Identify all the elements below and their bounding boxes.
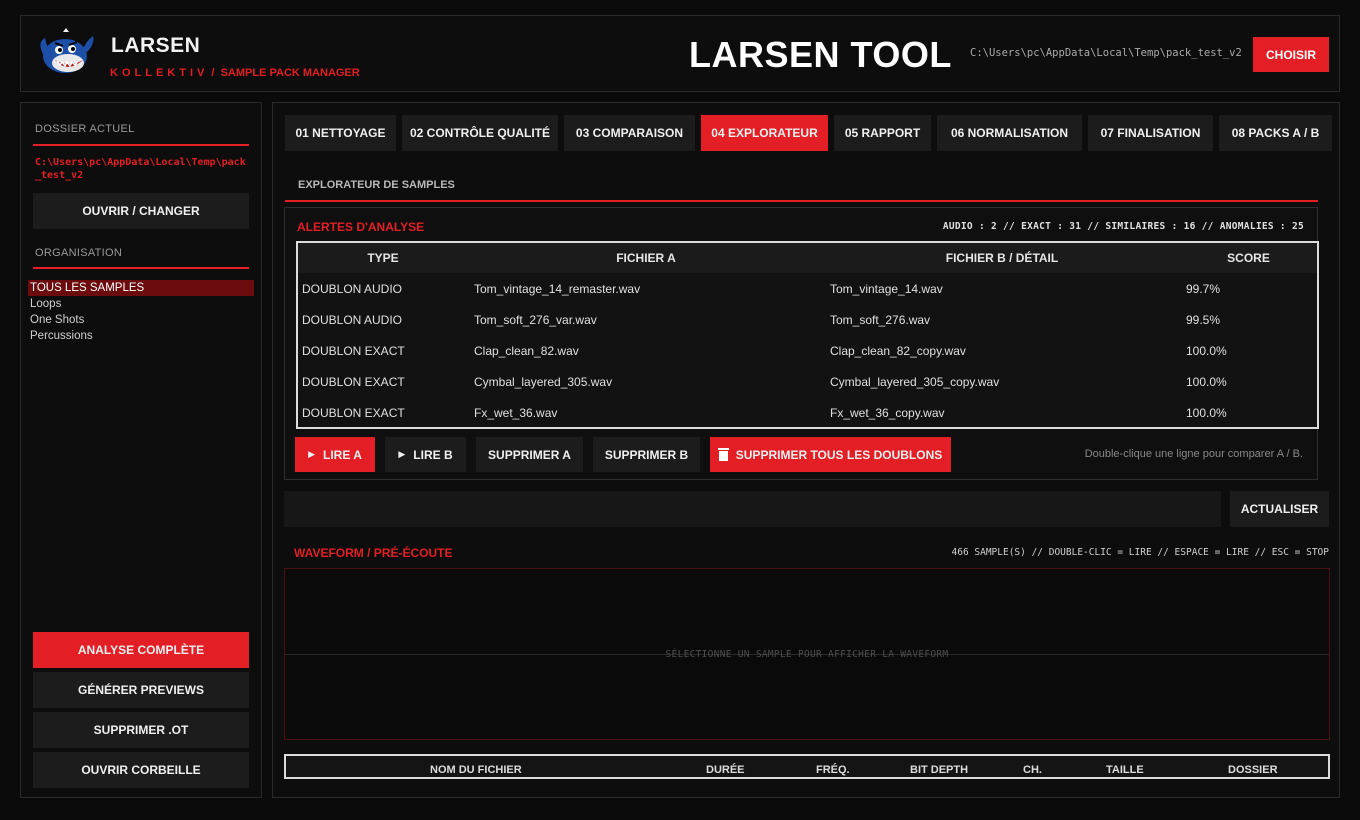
table-row[interactable]: DOUBLON EXACT Clap_clean_82.wav Clap_cle… — [298, 336, 1317, 367]
app-header: LARSEN KOLLEKTIV / SAMPLE PACK MANAGER L… — [20, 15, 1340, 92]
divider — [33, 267, 249, 269]
cell-file-a: Clap_clean_82.wav — [474, 344, 579, 358]
main-panel: 01 NETTOYAGE 02 CONTRÔLE QUALITÉ 03 COMP… — [272, 102, 1340, 798]
table-row[interactable]: DOUBLON EXACT Cymbal_layered_305.wav Cym… — [298, 367, 1317, 398]
column-header[interactable]: BIT DEPTH — [910, 764, 968, 776]
cell-file-a: Tom_vintage_14_remaster.wav — [474, 282, 641, 296]
sidebar-item-percussions[interactable]: Percussions — [28, 328, 254, 344]
organisation-label: ORGANISATION — [35, 247, 123, 259]
divider — [33, 144, 249, 146]
column-header[interactable]: FICHIER A — [468, 243, 824, 273]
tab-explorateur[interactable]: 04 EXPLORATEUR — [701, 115, 828, 151]
section-title: EXPLORATEUR DE SAMPLES — [298, 179, 455, 191]
column-header[interactable]: FICHIER B / DÉTAIL — [824, 243, 1180, 273]
column-header[interactable]: DOSSIER — [1228, 764, 1278, 776]
waveform-view[interactable]: SÉLECTIONNE UN SAMPLE POUR AFFICHER LA W… — [284, 568, 1330, 740]
sidebar: DOSSIER ACTUEL C:\Users\pc\AppData\Local… — [20, 102, 262, 798]
search-bar[interactable] — [284, 491, 1221, 527]
waveform-info: 466 SAMPLE(S) // DOUBLE-CLIC = LIRE // E… — [951, 547, 1330, 558]
full-analysis-button[interactable]: ANALYSE COMPLÈTE — [33, 632, 249, 668]
current-folder-path: C:\Users\pc\AppData\Local\Temp\pack_test… — [35, 157, 246, 181]
table-row[interactable]: DOUBLON EXACT Fx_wet_36.wav Fx_wet_36_co… — [298, 398, 1317, 429]
table-header: TYPE FICHIER A FICHIER B / DÉTAIL SCORE — [298, 243, 1317, 273]
cell-type: DOUBLON EXACT — [302, 406, 405, 420]
current-folder-label: DOSSIER ACTUEL — [35, 123, 135, 135]
choose-button[interactable]: CHOISIR — [1253, 37, 1329, 72]
tab-finalisation[interactable]: 07 FINALISATION — [1088, 115, 1213, 151]
column-header[interactable]: SCORE — [1180, 243, 1317, 273]
tab-rapport[interactable]: 05 RAPPORT — [834, 115, 931, 151]
cell-score: 100.0% — [1186, 344, 1227, 358]
organisation-list: TOUS LES SAMPLES Loops One Shots Percuss… — [28, 280, 254, 344]
compare-hint: Double-clique une ligne pour comparer A … — [1084, 448, 1303, 460]
cell-score: 100.0% — [1186, 375, 1227, 389]
waveform-title: WAVEFORM / PRÉ-ÉCOUTE — [294, 546, 453, 560]
refresh-button[interactable]: ACTUALISER — [1230, 491, 1329, 527]
table-row[interactable]: DOUBLON AUDIO Tom_vintage_14_remaster.wa… — [298, 274, 1317, 305]
cell-file-b: Cymbal_layered_305_copy.wav — [830, 375, 1000, 389]
header-path: C:\Users\pc\AppData\Local\Temp\pack_test… — [970, 47, 1242, 59]
divider — [285, 200, 1318, 202]
delete-all-duplicates-button[interactable]: SUPPRIMER TOUS LES DOUBLONS — [710, 437, 951, 472]
tab-comparaison[interactable]: 03 COMPARAISON — [564, 115, 695, 151]
alert-actions: ▶ LIRE A ▶ LIRE B SUPPRIMER A SUPPRIMER … — [295, 437, 961, 472]
tab-normalisation[interactable]: 06 NORMALISATION — [937, 115, 1082, 151]
waveform-placeholder: SÉLECTIONNE UN SAMPLE POUR AFFICHER LA W… — [665, 649, 949, 660]
brand-subtitle: KOLLEKTIV / SAMPLE PACK MANAGER — [110, 67, 360, 79]
column-header[interactable]: DURÉE — [706, 764, 745, 776]
cell-file-b: Tom_soft_276.wav — [830, 313, 931, 327]
tab-controle-qualite[interactable]: 02 CONTRÔLE QUALITÉ — [402, 115, 558, 151]
cell-score: 100.0% — [1186, 406, 1227, 420]
trash-icon — [717, 447, 729, 461]
open-change-button[interactable]: OUVRIR / CHANGER — [33, 193, 249, 229]
cell-type: DOUBLON EXACT — [302, 344, 405, 358]
cell-type: DOUBLON AUDIO — [302, 313, 403, 327]
column-header[interactable]: TAILLE — [1106, 764, 1144, 776]
delete-ot-button[interactable]: SUPPRIMER .OT — [33, 712, 249, 748]
tab-bar: 01 NETTOYAGE 02 CONTRÔLE QUALITÉ 03 COMP… — [285, 115, 1332, 151]
sidebar-item-all-samples[interactable]: TOUS LES SAMPLES — [28, 280, 254, 296]
play-icon: ▶ — [308, 449, 316, 459]
cell-file-a: Cymbal_layered_305.wav — [474, 375, 613, 389]
generate-previews-button[interactable]: GÉNÉRER PREVIEWS — [33, 672, 249, 708]
column-header[interactable]: CH. — [1023, 764, 1042, 776]
cell-type: DOUBLON EXACT — [302, 375, 405, 389]
cell-file-b: Clap_clean_82_copy.wav — [830, 344, 966, 358]
column-header[interactable]: NOM DU FICHIER — [430, 764, 522, 776]
column-header[interactable]: TYPE — [298, 243, 468, 273]
sidebar-item-one-shots[interactable]: One Shots — [28, 312, 254, 328]
brand-name: LARSEN — [111, 34, 201, 57]
delete-b-button[interactable]: SUPPRIMER B — [593, 437, 700, 472]
alerts-title: ALERTES D'ANALYSE — [297, 220, 425, 234]
play-icon: ▶ — [398, 449, 406, 459]
open-trash-button[interactable]: OUVRIR CORBEILLE — [33, 752, 249, 788]
whale-logo-icon — [40, 28, 94, 73]
alerts-panel: ALERTES D'ANALYSE AUDIO : 2 // EXACT : 3… — [284, 207, 1319, 480]
table-row[interactable]: DOUBLON AUDIO Tom_soft_276_var.wav Tom_s… — [298, 305, 1317, 336]
tab-packs-a-b[interactable]: 08 PACKS A / B — [1219, 115, 1332, 151]
play-b-button[interactable]: ▶ LIRE B — [385, 437, 466, 472]
sidebar-item-loops[interactable]: Loops — [28, 296, 254, 312]
cell-file-a: Tom_soft_276_var.wav — [474, 313, 597, 327]
column-header[interactable]: FRÉQ. — [816, 764, 850, 776]
cell-score: 99.5% — [1186, 313, 1221, 327]
cell-file-b: Fx_wet_36_copy.wav — [830, 406, 945, 420]
cell-type: DOUBLON AUDIO — [302, 282, 403, 296]
files-table[interactable]: NOM DU FICHIER DURÉE FRÉQ. BIT DEPTH CH.… — [284, 754, 1330, 779]
app-title: LARSEN TOOL — [689, 34, 952, 75]
cell-file-b: Tom_vintage_14.wav — [830, 282, 943, 296]
tab-nettoyage[interactable]: 01 NETTOYAGE — [285, 115, 396, 151]
cell-file-a: Fx_wet_36.wav — [474, 406, 558, 420]
delete-a-button[interactable]: SUPPRIMER A — [476, 437, 583, 472]
play-a-button[interactable]: ▶ LIRE A — [295, 437, 375, 472]
alerts-table[interactable]: TYPE FICHIER A FICHIER B / DÉTAIL SCORE … — [296, 241, 1319, 429]
alerts-stats: AUDIO : 2 // EXACT : 31 // SIMILAIRES : … — [942, 221, 1304, 232]
cell-score: 99.7% — [1186, 282, 1221, 296]
